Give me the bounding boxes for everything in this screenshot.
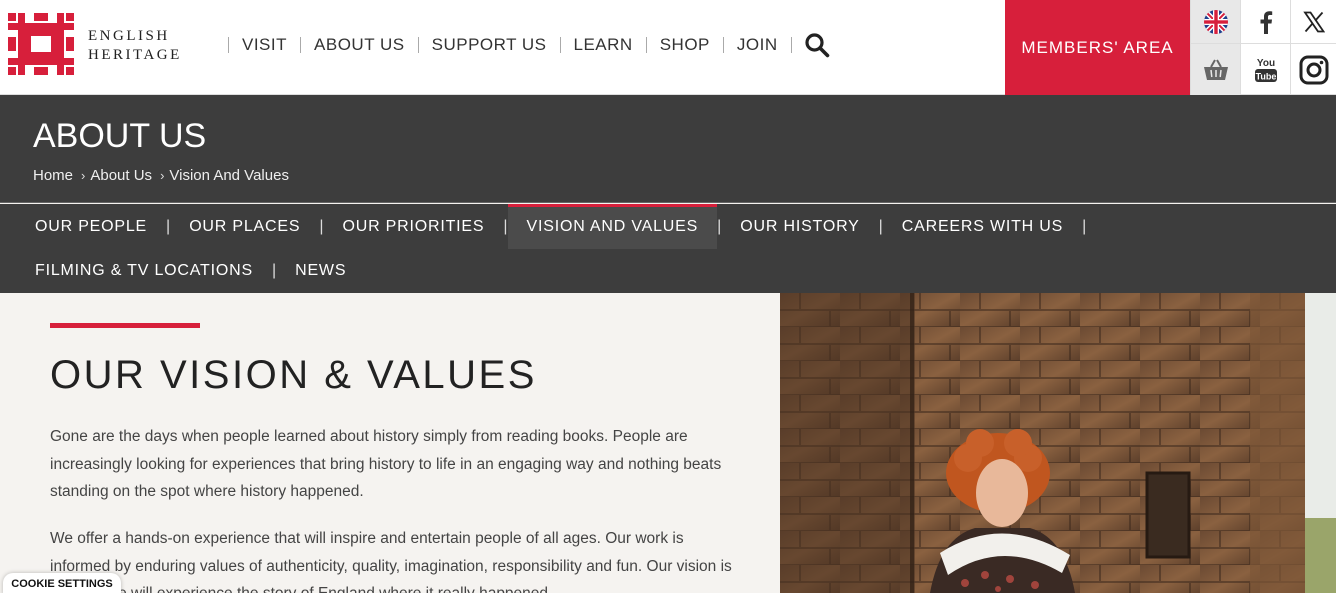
search-icon[interactable] [804,32,830,58]
brand-line-2: HERITAGE [88,47,182,63]
english-heritage-logo[interactable] [8,13,74,75]
nav-item-learn[interactable]: LEARN [561,35,646,55]
x-icon [1302,11,1325,32]
subnav-our-priorities[interactable]: OUR PRIORITIES [323,204,503,249]
basket-link[interactable] [1190,44,1240,95]
members-area-button[interactable]: MEMBERS' AREA [1005,0,1190,95]
subnav-our-people[interactable]: OUR PEOPLE [0,204,166,249]
main-content: OUR VISION & VALUES Gone are the days wh… [0,293,780,593]
heading-accent-bar [50,323,200,328]
cookie-settings-button[interactable]: COOKIE SETTINGS [3,573,121,593]
subnav-filming-tv-locations[interactable]: FILMING & TV LOCATIONS [0,249,272,293]
values-paragraph: We offer a hands-on experience that will… [50,530,732,593]
section-nav: OUR PEOPLE | OUR PLACES | OUR PRIORITIES… [0,204,1336,293]
breadcrumb: Home › About Us › Vision And Values [33,167,289,184]
social-links: You Tube [1190,0,1336,95]
brand-name[interactable]: ENGLISH HERITAGE [88,27,182,65]
site-header: ENGLISH HERITAGE VISIT ABOUT US SUPPORT … [0,0,1336,95]
nav-item-support-us[interactable]: SUPPORT US [419,35,560,55]
nav-item-visit[interactable]: VISIT [229,35,300,55]
subnav-careers-with-us[interactable]: CAREERS WITH US [883,204,1082,249]
subnav-vision-and-values[interactable]: VISION AND VALUES [507,204,718,249]
breadcrumb-home[interactable]: Home [33,167,73,184]
svg-text:You: You [1256,58,1274,69]
chevron-right-icon: › [160,168,165,183]
chevron-right-icon: › [81,168,86,183]
castle-tower-photo [780,293,1336,593]
page-title: ABOUT US [33,117,207,155]
nav-item-shop[interactable]: SHOP [647,35,723,55]
x-link[interactable] [1290,0,1336,44]
subnav-divider: | [1082,217,1087,235]
nav-item-join[interactable]: JOIN [724,35,791,55]
nav-item-about-us[interactable]: ABOUT US [301,35,418,55]
intro-paragraph: Gone are the days when people learned ab… [50,428,722,500]
facebook-link[interactable] [1240,0,1290,44]
facebook-icon [1260,10,1272,34]
page-banner: ABOUT US Home › About Us › Vision And Va… [0,95,1336,203]
basket-icon [1203,59,1228,80]
subnav-our-places[interactable]: OUR PLACES [170,204,319,249]
brand-line-1: ENGLISH [88,28,170,44]
main-nav: VISIT ABOUT US SUPPORT US LEARN SHOP JOI… [228,32,830,58]
instagram-icon [1299,55,1328,84]
hero-image [780,293,1336,593]
subnav-our-history[interactable]: OUR HISTORY [721,204,878,249]
uk-flag-icon [1203,9,1228,34]
instagram-link[interactable] [1290,44,1336,95]
section-heading: OUR VISION & VALUES [50,353,537,397]
breadcrumb-current: Vision And Values [169,167,289,184]
subnav-news[interactable]: NEWS [276,249,365,293]
language-button[interactable] [1190,0,1240,44]
nav-divider [790,37,792,53]
youtube-link[interactable]: You Tube [1240,44,1290,95]
youtube-icon: You Tube [1254,58,1277,82]
svg-text:Tube: Tube [1255,71,1276,81]
breadcrumb-about-us[interactable]: About Us [90,167,152,184]
